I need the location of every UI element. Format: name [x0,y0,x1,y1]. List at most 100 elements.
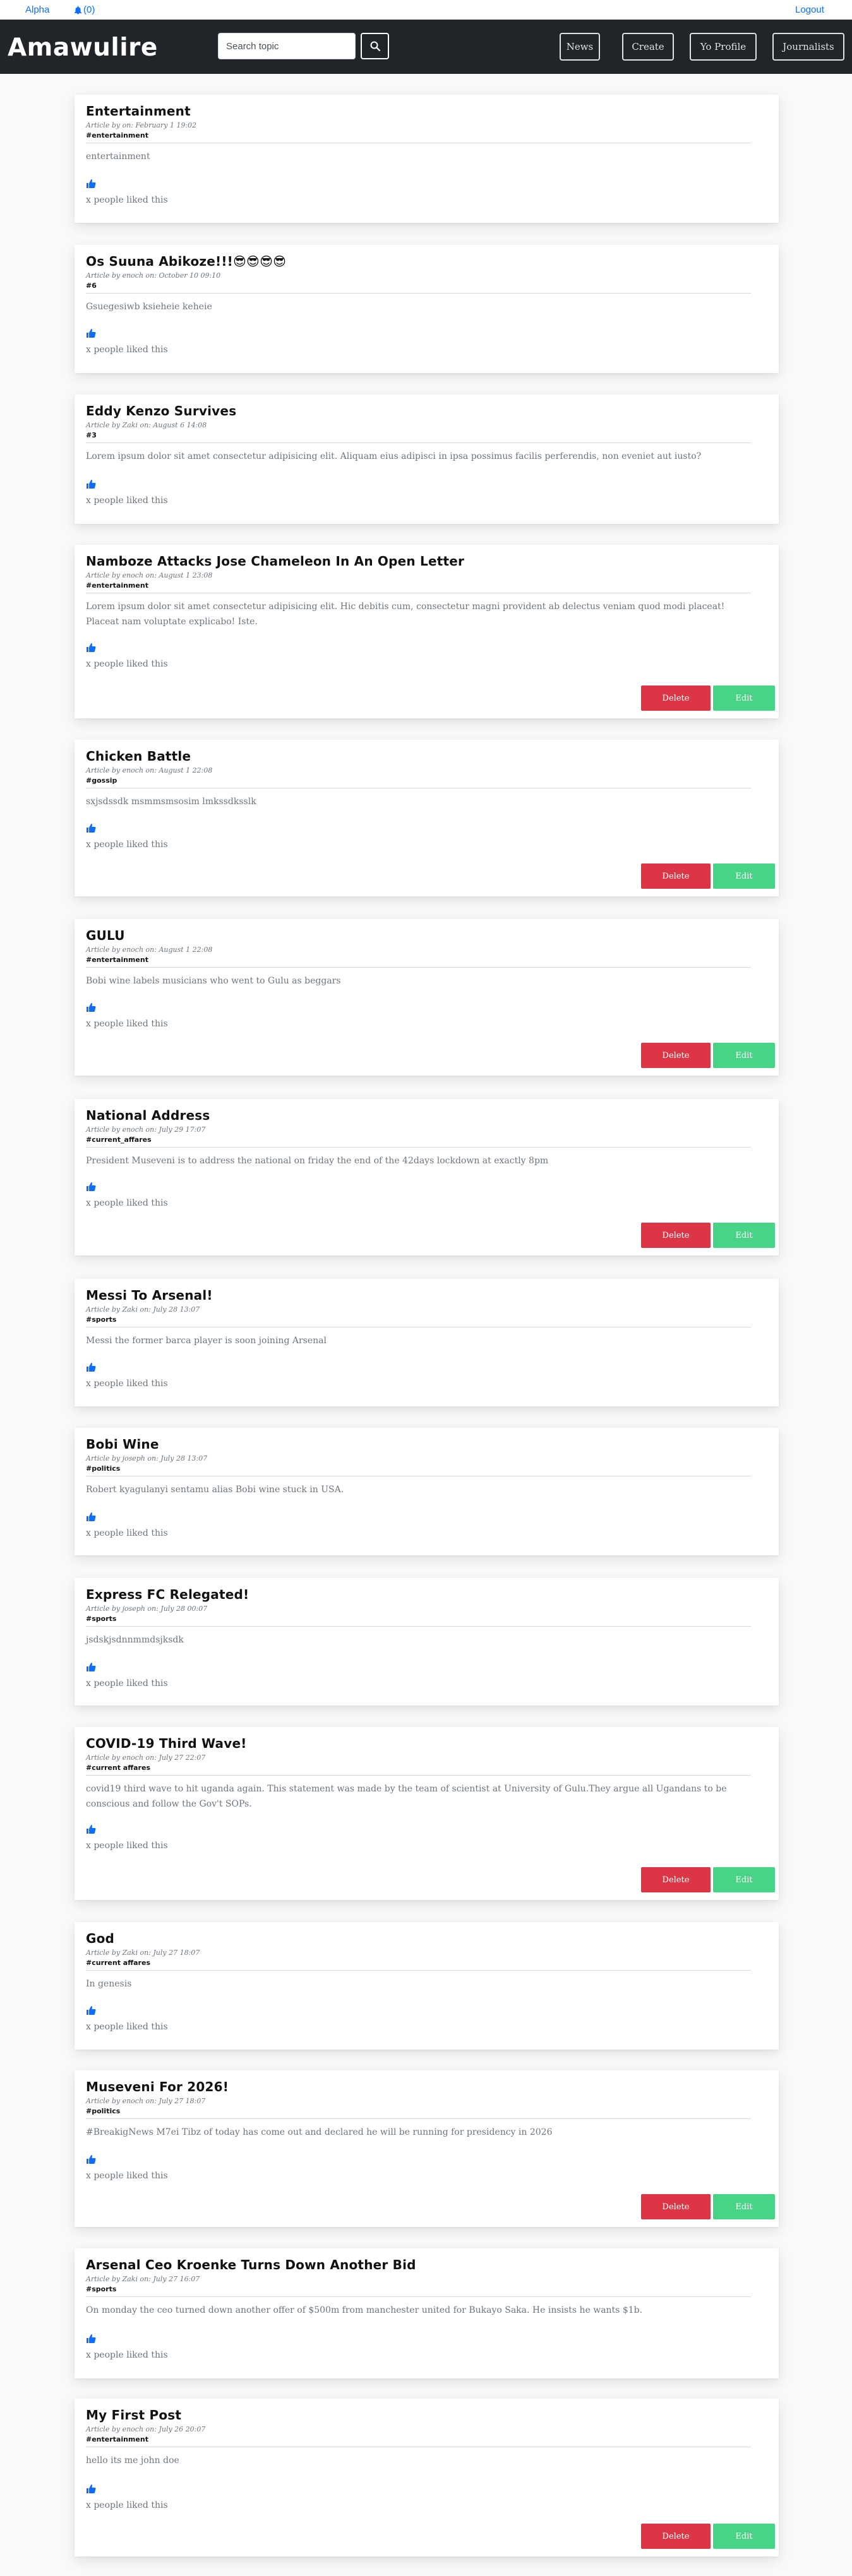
edit-button[interactable]: Edit [713,2194,775,2219]
delete-button[interactable]: Delete [641,2194,711,2219]
article-body: President Museveni is to address the nat… [86,1156,549,1166]
article-title[interactable]: Museveni For 2026! [86,2079,229,2094]
article-body: In genesis [86,1979,132,1989]
article-card: COVID-19 Third Wave! Article by enoch on… [75,1727,779,1900]
delete-button[interactable]: Delete [641,2524,711,2549]
delete-button[interactable]: Delete [641,864,711,889]
like-count: x people liked this [86,2350,168,2360]
like-count: x people liked this [86,2500,168,2510]
article-body: On monday the ceo turned down another of… [86,2305,643,2315]
article-card: Namboze Attacks Jose Chameleon In An Ope… [75,545,779,718]
divider [86,1147,751,1148]
thumbs-up-icon[interactable] [86,179,96,189]
like-count: x people liked this [86,1198,168,1208]
like-count: x people liked this [86,1678,168,1689]
search-input[interactable] [218,33,356,59]
like-count: x people liked this [86,1528,168,1538]
article-meta: Article by enoch on: July 27 18:07 [86,2097,206,2105]
article-title[interactable]: GULU [86,928,125,943]
article-title[interactable]: Arsenal Ceo Kroenke Turns Down Another B… [86,2257,416,2272]
article-tag: #sports [86,2285,117,2293]
article-tag: #current affares [86,1764,150,1772]
thumbs-up-icon[interactable] [86,1182,96,1192]
delete-button[interactable]: Delete [641,686,711,711]
article-title[interactable]: Namboze Attacks Jose Chameleon In An Ope… [86,554,464,569]
notifications-link[interactable]: (0) [74,4,95,15]
like-count: x people liked this [86,2171,168,2181]
thumbs-up-icon[interactable] [86,1824,96,1834]
article-body: covid19 third wave to hit uganda again. … [86,1784,727,1809]
divider [86,1775,751,1776]
search-icon [370,41,380,51]
thumbs-up-icon[interactable] [86,1002,96,1012]
article-title[interactable]: National Address [86,1108,210,1123]
delete-button[interactable]: Delete [641,1867,711,1892]
article-tag: #entertainment [86,956,148,964]
create-button[interactable]: Create [622,33,674,61]
delete-button[interactable]: Delete [641,1223,711,1248]
article-meta: Article by enoch on: August 1 22:08 [86,946,213,954]
article-meta: Article by enoch on: July 26 20:07 [86,2425,206,2433]
article-meta: Article by Zaki on: July 27 18:07 [86,1949,200,1957]
article-title[interactable]: COVID-19 Third Wave! [86,1736,247,1751]
article-title[interactable]: My First Post [86,2407,181,2423]
navbar: Amawulire News Create Yo Profile Journal… [0,20,852,74]
thumbs-up-icon[interactable] [86,328,96,338]
article-body: hello its me john doe [86,2455,179,2466]
article-title[interactable]: Os Suuna Abikoze!!!😎😎😎😎 [86,254,286,269]
edit-button[interactable]: Edit [713,2524,775,2549]
brand-logo[interactable]: Amawulire [8,33,158,62]
article-meta: Article by enoch on: August 1 22:08 [86,766,213,775]
like-count: x people liked this [86,659,168,669]
profile-button[interactable]: Yo Profile [690,33,757,61]
thumbs-up-icon[interactable] [86,2005,96,2015]
article-card: Os Suuna Abikoze!!!😎😎😎😎 Article by enoch… [75,245,779,373]
search-button[interactable] [361,33,389,59]
article-meta: Article by enoch on: October 10 09:10 [86,271,221,280]
article-card: Bobi Wine Article by joseph on: July 28 … [75,1428,779,1555]
article-card: GULU Article by enoch on: August 1 22:08… [75,919,779,1076]
thumbs-up-icon[interactable] [86,1362,96,1372]
article-title[interactable]: Bobi Wine [86,1437,159,1452]
thumbs-up-icon[interactable] [86,479,96,489]
article-card: Express FC Relegated! Article by joseph … [75,1578,779,1706]
article-meta: Article by on: February 1 19:02 [86,121,197,129]
article-card: Chicken Battle Article by enoch on: Augu… [75,740,779,896]
user-link[interactable]: Alpha [25,4,49,15]
edit-button[interactable]: Edit [713,1043,775,1068]
thumbs-up-icon[interactable] [86,643,96,653]
article-title[interactable]: God [86,1931,114,1946]
article-meta: Article by Zaki on: July 28 13:07 [86,1305,200,1314]
article-card: God Article by Zaki on: July 27 18:07 #c… [75,1922,779,2050]
article-title[interactable]: Express FC Relegated! [86,1587,249,1602]
article-title[interactable]: Eddy Kenzo Survives [86,403,236,418]
thumbs-up-icon[interactable] [86,1662,96,1672]
delete-button[interactable]: Delete [641,1043,711,1068]
article-meta: Article by enoch on: July 27 22:07 [86,1754,206,1762]
journalists-button[interactable]: Journalists [772,33,844,61]
divider [86,293,751,294]
article-title[interactable]: Entertainment [86,104,191,119]
thumbs-up-icon[interactable] [86,2154,96,2164]
thumbs-up-icon[interactable] [86,823,96,833]
article-body: Gsuegesiwb ksieheie keheie [86,302,212,312]
like-count: x people liked this [86,1841,168,1851]
thumbs-up-icon[interactable] [86,2484,96,2494]
edit-button[interactable]: Edit [713,1223,775,1248]
article-card: My First Post Article by enoch on: July … [75,2399,779,2556]
thumbs-up-icon[interactable] [86,1512,96,1522]
edit-button[interactable]: Edit [713,1867,775,1892]
article-title[interactable]: Chicken Battle [86,749,191,764]
logout-link[interactable]: Logout [795,4,824,15]
article-title[interactable]: Messi To Arsenal! [86,1288,213,1303]
divider [86,1626,751,1627]
article-tag: #entertainment [86,2435,148,2443]
news-button[interactable]: News [560,33,600,61]
like-count: x people liked this [86,496,168,506]
article-tag: #3 [86,431,97,439]
thumbs-up-icon[interactable] [86,2334,96,2344]
divider [86,442,751,443]
edit-button[interactable]: Edit [713,686,775,711]
edit-button[interactable]: Edit [713,864,775,889]
article-body: Bobi wine labels musicians who went to G… [86,976,341,986]
